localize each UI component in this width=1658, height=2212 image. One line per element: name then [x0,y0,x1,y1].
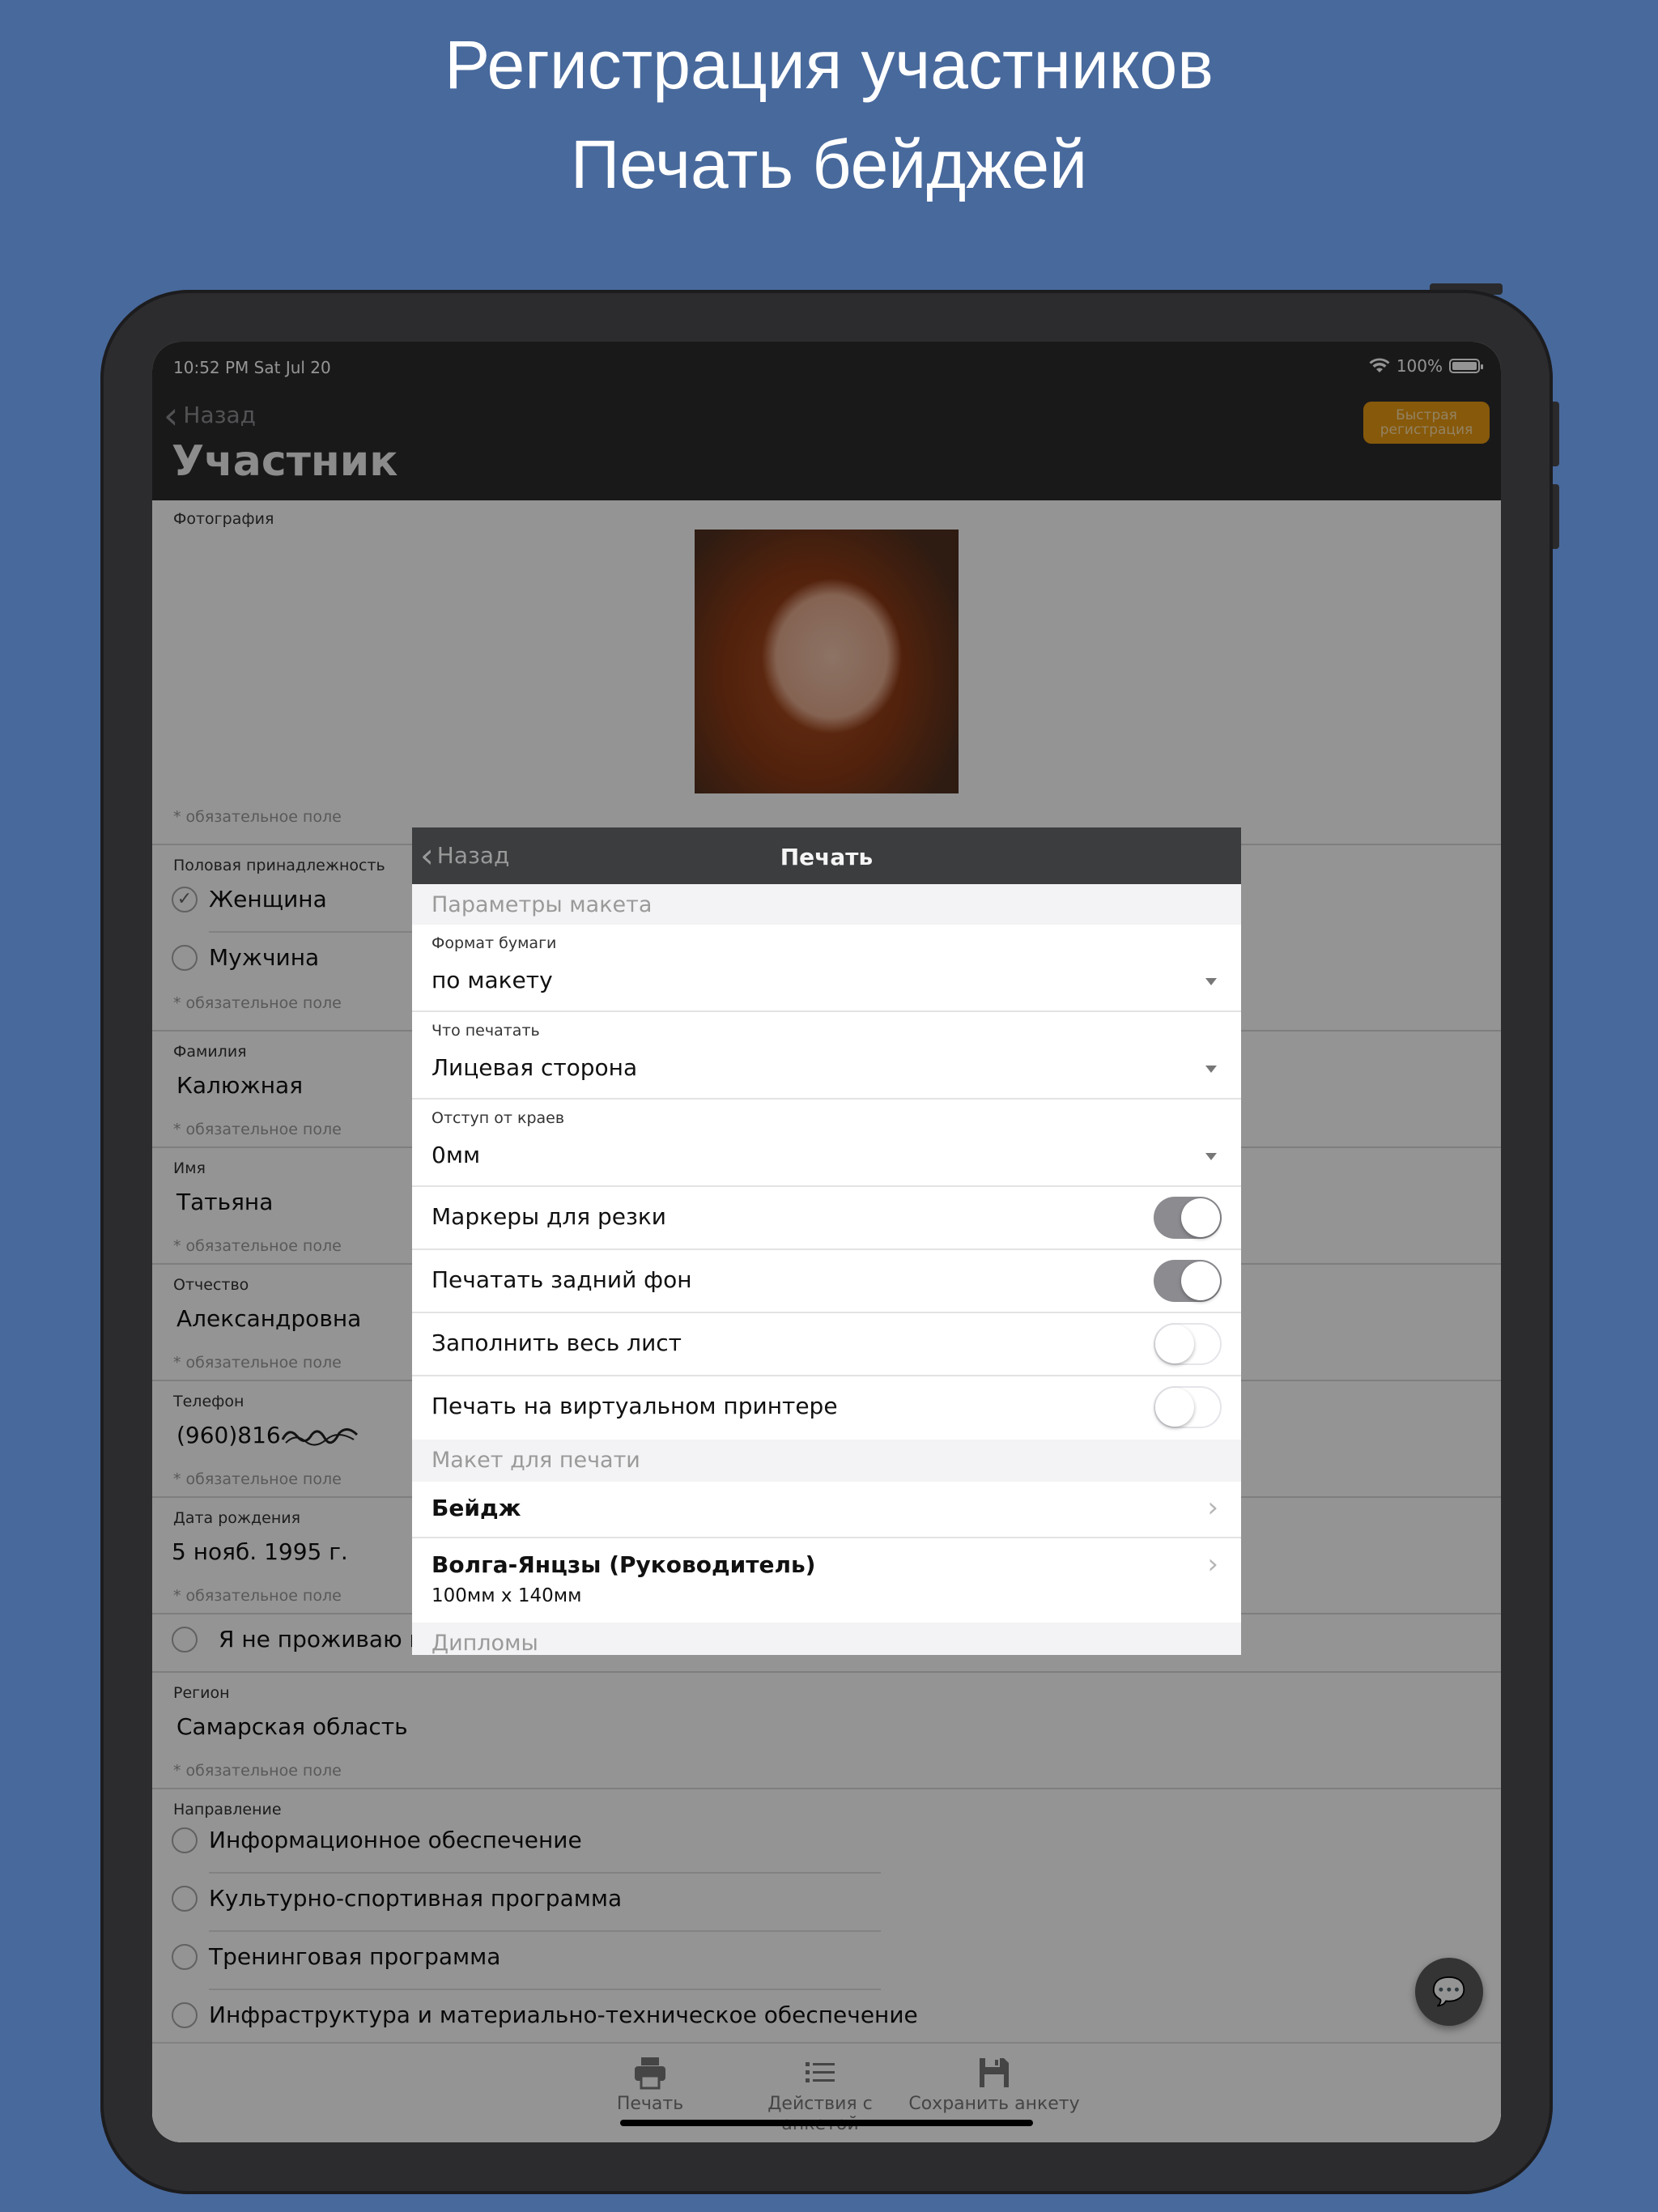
promo-title-line2: Печать бейджей [570,126,1088,202]
print-settings-modal: ‹ Назад Печать Параметры макета Формат б… [412,827,1241,1655]
home-indicator [620,2120,1033,2126]
virtual-printer-toggle[interactable] [1154,1386,1222,1428]
fill-sheet-toggle[interactable] [1154,1323,1222,1365]
chevron-right-icon: › [1207,1491,1218,1524]
section-header-layout-params: Параметры макета [412,884,1241,925]
layout-template-title: Волга-Янцзы (Руководитель) [432,1551,816,1578]
chevron-right-icon: › [1207,1548,1218,1580]
toggle-knob [1155,1388,1194,1427]
caret-down-icon [1205,1153,1217,1160]
toggle-row-virtual-printer: Печать на виртуальном принтере [412,1376,1241,1440]
paper-format-select[interactable]: Формат бумаги по макету [412,925,1241,1012]
toggle-label: Заполнить весь лист [432,1329,682,1356]
toggle-label: Маркеры для резки [432,1203,667,1230]
toggle-label: Печатать задний фон [432,1266,692,1293]
what-to-print-value: Лицевая сторона [432,1054,638,1081]
toggle-row-cut-markers: Маркеры для резки [412,1187,1241,1250]
section-header-print-layout: Макет для печати [412,1440,1241,1482]
promo-title-line1: Регистрация участников [444,27,1214,103]
layout-template-size: 100мм x 140мм [432,1585,582,1606]
section-header-label: Макет для печати [432,1448,640,1473]
what-to-print-label: Что печатать [432,1022,540,1040]
margin-select[interactable]: Отступ от краев 0мм [412,1100,1241,1187]
cut-markers-toggle[interactable] [1154,1197,1222,1239]
margin-value: 0мм [432,1142,481,1168]
toggle-row-fill-sheet: Заполнить весь лист [412,1313,1241,1376]
ipad-screen: 10:52 PM Sat Jul 20 100% ‹ Назад Быстрая… [152,342,1501,2142]
toggle-knob [1181,1261,1220,1300]
caret-down-icon [1205,978,1217,985]
section-header-label: Дипломы [432,1631,538,1655]
what-to-print-select[interactable]: Что печатать Лицевая сторона [412,1012,1241,1100]
section-header-label: Параметры макета [432,892,653,917]
toggle-row-background: Печатать задний фон [412,1250,1241,1313]
modal-title: Печать [780,844,874,870]
toggle-knob [1155,1325,1194,1363]
margin-label: Отступ от краев [432,1109,565,1127]
toggle-knob [1181,1198,1220,1237]
layout-badge-row[interactable]: Бейдж › [412,1482,1241,1538]
layout-badge-label: Бейдж [432,1495,521,1521]
section-header-diplomas: Дипломы [412,1623,1241,1655]
print-background-toggle[interactable] [1154,1260,1222,1302]
layout-template-row[interactable]: Волга-Янцзы (Руководитель) 100мм x 140мм… [412,1538,1241,1623]
paper-format-label: Формат бумаги [432,934,557,952]
caret-down-icon [1205,1066,1217,1073]
modal-navigation-bar: ‹ Назад Печать [412,827,1241,884]
toggle-label: Печать на виртуальном принтере [432,1393,838,1419]
paper-format-value: по макету [432,967,553,993]
